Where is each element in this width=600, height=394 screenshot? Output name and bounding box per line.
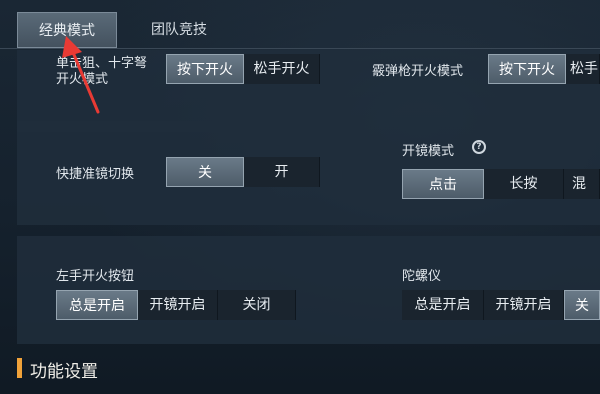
sniper-crossbow-fire-mode-label-line2: 开火模式	[56, 72, 109, 87]
shotgun-release-to-fire-button[interactable]: 松手开	[566, 54, 600, 84]
release-to-fire-button[interactable]: 松手开火	[244, 54, 320, 84]
left-fire-button-toggle: 总是开启 开镜开启 关闭	[56, 290, 296, 320]
help-icon[interactable]: ?	[472, 140, 486, 154]
quick-scope-on-button[interactable]: 开	[244, 157, 320, 187]
section-accent-bar	[17, 358, 22, 378]
press-to-fire-button[interactable]: 按下开火	[166, 54, 244, 84]
quick-scope-switch-label: 快捷准镜切换	[56, 167, 135, 182]
scope-mixed-button[interactable]: 混	[564, 169, 600, 199]
gyroscope-label: 陀螺仪	[402, 269, 442, 284]
left-fire-scope-on-button[interactable]: 开镜开启	[138, 290, 218, 320]
gyroscope-toggle: 总是开启 开镜开启 关	[402, 290, 600, 320]
shotgun-fire-mode-label: 霰弹枪开火模式	[372, 64, 464, 79]
left-fire-off-button[interactable]: 关闭	[218, 290, 296, 320]
tab-divider	[0, 48, 600, 49]
tab-team-deathmatch[interactable]: 团队竞技	[134, 12, 224, 48]
gyroscope-always-on-button[interactable]: 总是开启	[402, 290, 484, 320]
left-fire-always-on-button[interactable]: 总是开启	[56, 290, 138, 320]
function-settings-title: 功能设置	[30, 362, 98, 382]
quick-scope-off-button[interactable]: 关	[166, 157, 244, 187]
tab-classic-mode[interactable]: 经典模式	[17, 12, 117, 48]
shotgun-fire-mode-toggle: 按下开火 松手开	[488, 54, 600, 84]
gyroscope-scope-on-button[interactable]: 开镜开启	[484, 290, 564, 320]
top-tab-bar: 经典模式 团队竞技	[0, 0, 600, 50]
scope-mode-toggle: 点击 长按 混	[402, 169, 600, 199]
gyroscope-off-button[interactable]: 关	[564, 290, 600, 320]
scope-hold-button[interactable]: 长按	[484, 169, 564, 199]
scope-mode-label: 开镜模式	[402, 144, 455, 159]
scope-tap-button[interactable]: 点击	[402, 169, 484, 199]
shotgun-press-to-fire-button[interactable]: 按下开火	[488, 54, 566, 84]
quick-scope-switch-toggle: 关 开	[166, 157, 320, 187]
left-fire-button-label: 左手开火按钮	[56, 269, 135, 284]
sniper-fire-mode-toggle: 按下开火 松手开火	[166, 54, 320, 84]
